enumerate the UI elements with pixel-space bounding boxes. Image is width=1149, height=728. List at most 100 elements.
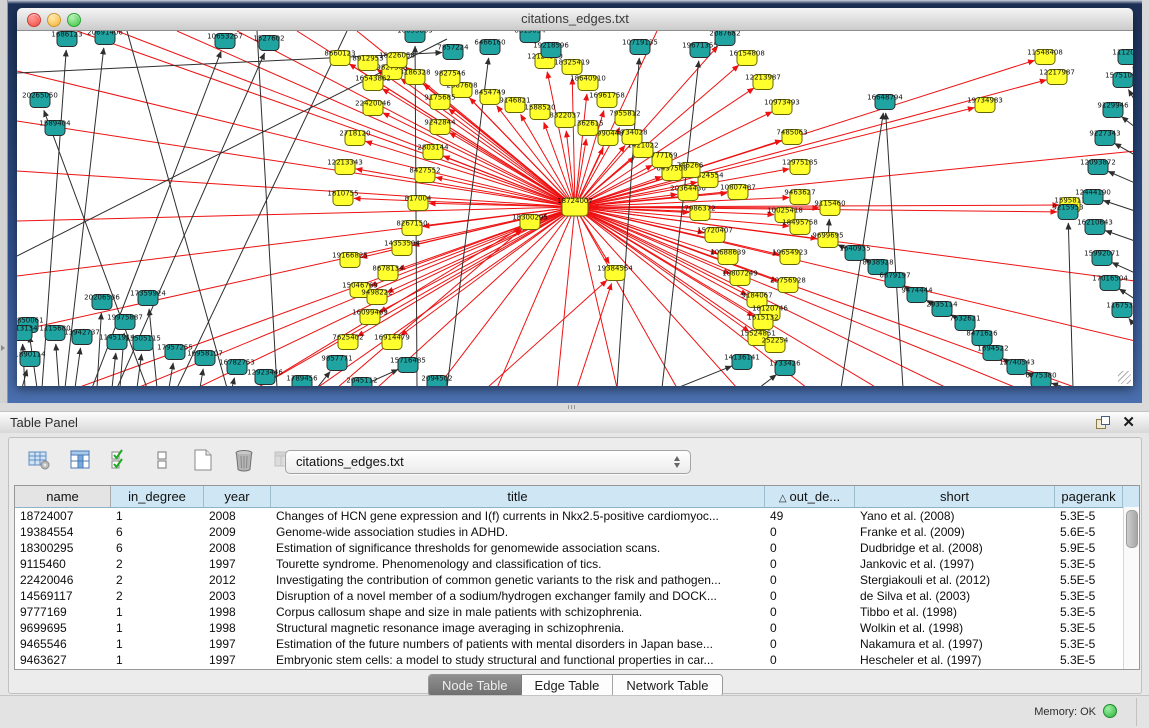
table-cell-short[interactable]: Hescheler et al. (1997): [855, 652, 1055, 668]
table-cell-name[interactable]: 9699695: [15, 620, 111, 636]
graph-node[interactable]: 1615132: [747, 314, 778, 330]
table-cell-title[interactable]: Estimation of the future numbers of pati…: [271, 636, 765, 652]
scrollbar-thumb[interactable]: [1126, 510, 1138, 548]
graph-edge[interactable]: [127, 31, 227, 386]
left-split-strip[interactable]: [0, 0, 8, 403]
graph-edge[interactable]: [112, 353, 116, 386]
table-row[interactable]: 946362711997Embryonic stem cells: a mode…: [15, 652, 1139, 668]
graph-node[interactable]: 18325419: [554, 59, 590, 75]
graph-node[interactable]: 15992071: [1084, 250, 1120, 266]
graph-node[interactable]: 11548408: [1027, 49, 1063, 65]
graph-edge[interactable]: [44, 110, 147, 386]
table-cell-in_degree[interactable]: 1: [111, 620, 204, 636]
graph-node[interactable]: 19654923: [772, 249, 808, 265]
table-cell-short[interactable]: Yano et al. (2008): [855, 508, 1055, 524]
graph-node[interactable]: 20691406: [87, 31, 123, 45]
column-header-year[interactable]: year: [204, 486, 271, 507]
column-header-title[interactable]: title: [271, 486, 765, 507]
table-cell-out_de[interactable]: 0: [765, 540, 855, 556]
table-cell-pagerank[interactable]: 5.3E-5: [1055, 652, 1123, 668]
table-row[interactable]: 1872400712008Changes of HCN gene express…: [15, 508, 1139, 524]
show-column-button[interactable]: [67, 447, 93, 473]
graph-node[interactable]: 12217987: [1039, 69, 1075, 85]
graph-edge[interactable]: [177, 31, 347, 386]
table-cell-short[interactable]: Stergiakouli et al. (2012): [855, 572, 1055, 588]
graph-node[interactable]: 1167533: [1106, 302, 1133, 318]
graph-node[interactable]: 12975185: [782, 159, 818, 175]
table-cell-year[interactable]: 1997: [204, 556, 271, 572]
graph-node[interactable]: 9463627: [784, 189, 815, 205]
table-cell-title[interactable]: Investigating the contribution of common…: [271, 572, 765, 588]
graph-edge[interactable]: [17, 121, 575, 207]
graph-edge[interactable]: [1129, 319, 1133, 326]
table-cell-pagerank[interactable]: 5.6E-5: [1055, 524, 1123, 540]
graph-node[interactable]: 16154808: [729, 50, 765, 66]
table-cell-title[interactable]: Structural magnetic resonance image aver…: [271, 620, 765, 636]
graph-edge[interactable]: [547, 72, 575, 207]
close-button[interactable]: [27, 13, 41, 27]
graph-edge[interactable]: [1105, 231, 1133, 241]
table-cell-pagerank[interactable]: 5.3E-5: [1055, 588, 1123, 604]
graph-edge[interactable]: [662, 61, 699, 386]
graph-node[interactable]: 817004: [405, 195, 432, 211]
float-panel-icon[interactable]: [1096, 416, 1109, 429]
graph-node[interactable]: 252254: [762, 337, 789, 353]
column-header-in_degree[interactable]: in_degree: [111, 486, 204, 507]
table-cell-pagerank[interactable]: 5.5E-5: [1055, 572, 1123, 588]
graph-node[interactable]: 9857771: [321, 355, 352, 371]
zoom-button[interactable]: [67, 13, 81, 27]
close-panel-icon[interactable]: ✕: [1122, 412, 1135, 433]
graph-node[interactable]: 22420046: [355, 100, 391, 116]
new-table-button[interactable]: [190, 447, 216, 473]
graph-node[interactable]: 2045112: [346, 377, 377, 387]
graph-node[interactable]: 16033809: [397, 31, 433, 43]
column-header-out_de[interactable]: △out_de...: [765, 486, 855, 507]
graph-edge[interactable]: [1112, 263, 1133, 273]
table-cell-out_de[interactable]: 0: [765, 556, 855, 572]
table-cell-pagerank[interactable]: 5.3E-5: [1055, 636, 1123, 652]
table-cell-short[interactable]: Tibbo et al. (1998): [855, 604, 1055, 620]
table-cell-title[interactable]: Corpus callosum shape and size in male p…: [271, 604, 765, 620]
graph-node[interactable]: 15751074: [1105, 72, 1133, 88]
graph-edge[interactable]: [557, 207, 575, 386]
graph-node[interactable]: 9242844: [424, 119, 456, 135]
table-row[interactable]: 977716911998Corpus callosum shape and si…: [15, 604, 1139, 620]
table-cell-out_de[interactable]: 0: [765, 604, 855, 620]
graph-node[interactable]: 8267150: [396, 220, 427, 236]
graph-edge[interactable]: [1108, 171, 1133, 183]
table-cell-short[interactable]: de Silva et al. (2003): [855, 588, 1055, 604]
graph-node[interactable]: 17359924: [130, 290, 166, 306]
graph-node[interactable]: 10653257: [207, 33, 243, 49]
graph-node[interactable]: 18724007: [557, 197, 593, 216]
table-cell-year[interactable]: 2012: [204, 572, 271, 588]
graph-node[interactable]: 12213987: [745, 74, 781, 90]
table-cell-title[interactable]: Genome-wide association studies in ADHD.: [271, 524, 765, 540]
table-row[interactable]: 2242004622012Investigating the contribut…: [15, 572, 1139, 588]
graph-node[interactable]: 9227343: [1089, 130, 1120, 146]
table-cell-year[interactable]: 1998: [204, 620, 271, 636]
table-row[interactable]: 946554611997Estimation of the future num…: [15, 636, 1139, 652]
table-cell-short[interactable]: Wolkin et al. (1998): [855, 620, 1055, 636]
table-cell-in_degree[interactable]: 2: [111, 572, 204, 588]
delete-rows-trash-button[interactable]: [231, 447, 257, 473]
graph-edge[interactable]: [1103, 200, 1133, 211]
graph-node[interactable]: 9129946: [1097, 102, 1129, 118]
network-window[interactable]: citations_edges.txt 18724007183002951615…: [17, 8, 1133, 386]
graph-node[interactable]: 17016504: [1092, 275, 1128, 291]
graph-edge[interactable]: [1068, 223, 1073, 386]
table-cell-in_degree[interactable]: 6: [111, 524, 204, 540]
table-cell-in_degree[interactable]: 1: [111, 636, 204, 652]
graph-node[interactable]: 8471626: [966, 330, 998, 346]
canvas-resize-grip[interactable]: [1118, 371, 1131, 384]
graph-node[interactable]: 19734983: [967, 97, 1003, 113]
column-header-pagerank[interactable]: pagerank: [1055, 486, 1123, 507]
table-cell-year[interactable]: 1997: [204, 636, 271, 652]
split-divider[interactable]: [0, 403, 1149, 412]
select-columns-button[interactable]: [108, 447, 134, 473]
graph-node[interactable]: 6879197: [879, 272, 910, 288]
graph-edge[interactable]: [200, 369, 203, 386]
graph-node[interactable]: 12213343: [327, 159, 363, 175]
table-cell-name[interactable]: 22420046: [15, 572, 111, 588]
tab-network-table[interactable]: Network Table: [613, 675, 721, 696]
graph-node[interactable]: 1789456: [286, 375, 318, 387]
